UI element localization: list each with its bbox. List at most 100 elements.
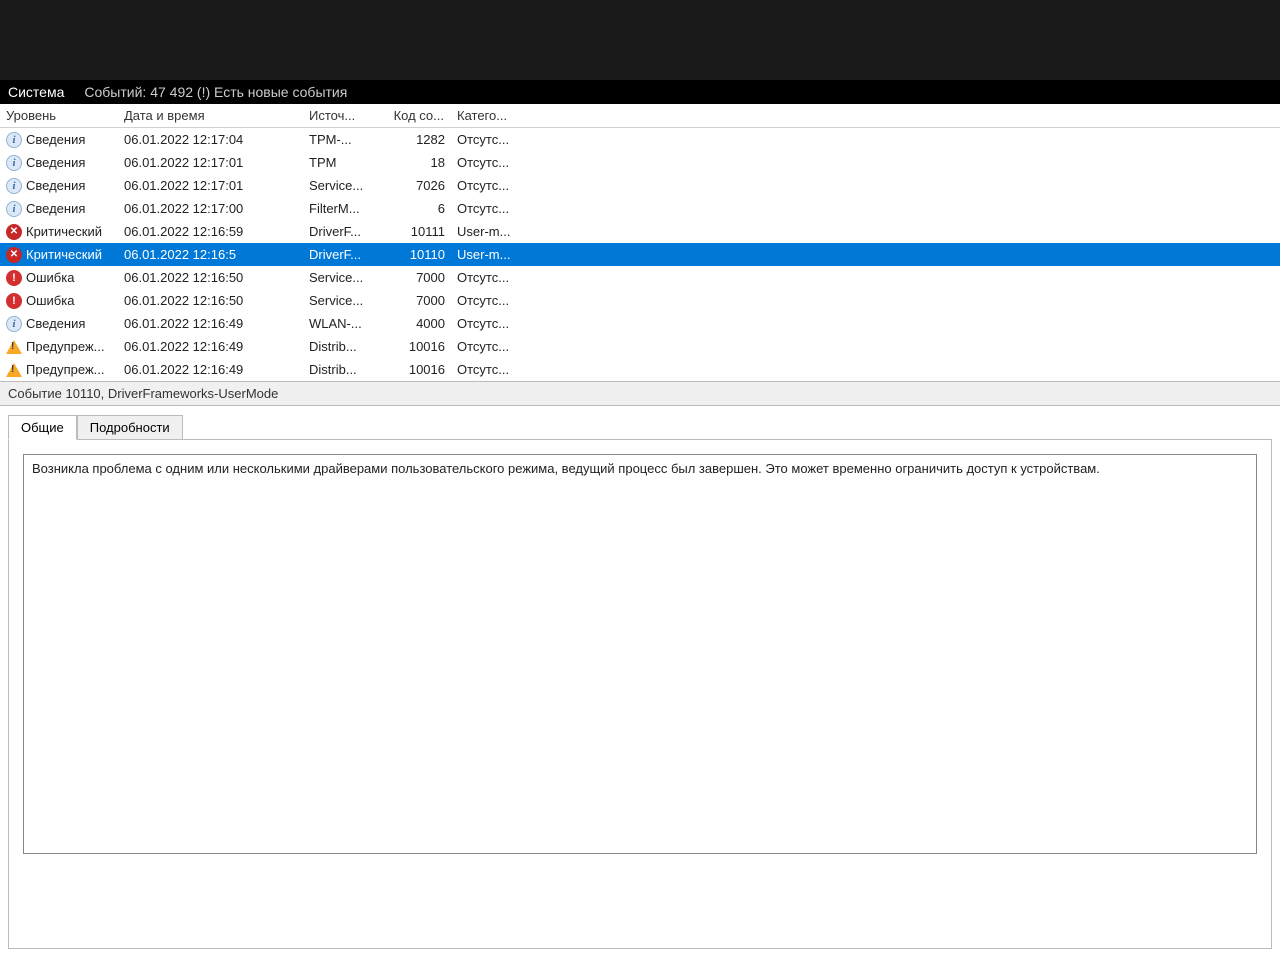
table-row[interactable]: Сведения 06.01.2022 12:16:49WLAN-...4000О… (0, 312, 1280, 335)
level-text: Сведения (26, 155, 85, 170)
table-row[interactable]: Критический 06.01.2022 12:16:59DriverF...… (0, 220, 1280, 243)
cell-category: Отсутс... (451, 268, 541, 287)
cell-category: Отсутс... (451, 360, 541, 379)
info-icon (6, 316, 22, 332)
event-grid: Уровень Дата и время Источ... Код со... … (0, 104, 1280, 381)
cell-level: Сведения (0, 153, 118, 173)
cell-date: 06.01.2022 12:16:50 (118, 268, 303, 287)
level-text: Сведения (26, 132, 85, 147)
info-icon (6, 132, 22, 148)
level-text: Сведения (26, 316, 85, 331)
cell-date: 06.01.2022 12:16:49 (118, 337, 303, 356)
cell-source: Distrib... (303, 360, 383, 379)
cell-code: 1282 (383, 130, 451, 149)
cell-level: Сведения (0, 314, 118, 334)
cell-source: TPM-... (303, 130, 383, 149)
cell-date: 06.01.2022 12:16:49 (118, 314, 303, 333)
cell-category: User-m... (451, 245, 541, 264)
critical-icon (6, 224, 22, 240)
cell-source: DriverF... (303, 245, 383, 264)
detail-message-box: Возникла проблема с одним или нескольким… (23, 454, 1257, 854)
info-icon (6, 201, 22, 217)
detail-tabs: Общие Подробности (0, 406, 1280, 439)
table-row[interactable]: Ошибка 06.01.2022 12:16:50Service...7000О… (0, 289, 1280, 312)
critical-icon (6, 247, 22, 263)
cell-category: Отсутс... (451, 337, 541, 356)
cell-level: Сведения (0, 130, 118, 150)
cell-date: 06.01.2022 12:16:49 (118, 360, 303, 379)
cell-source: Service... (303, 291, 383, 310)
level-text: Критический (26, 247, 102, 262)
col-header-level[interactable]: Уровень (0, 104, 118, 127)
cell-category: Отсутс... (451, 176, 541, 195)
cell-category: Отсутс... (451, 291, 541, 310)
cell-level: Критический (0, 245, 118, 265)
cell-source: Service... (303, 268, 383, 287)
cell-code: 10016 (383, 360, 451, 379)
cell-code: 4000 (383, 314, 451, 333)
error-icon (6, 270, 22, 286)
warning-icon (6, 363, 22, 377)
table-row[interactable]: Предупреж... 06.01.2022 12:16:49Distrib..… (0, 335, 1280, 358)
cell-code: 7000 (383, 291, 451, 310)
level-text: Критический (26, 224, 102, 239)
cell-source: WLAN-... (303, 314, 383, 333)
col-header-date[interactable]: Дата и время (118, 104, 303, 127)
cell-level: Сведения (0, 176, 118, 196)
tab-details[interactable]: Подробности (77, 415, 183, 440)
detail-pane-header: Событие 10110, DriverFrameworks-UserMode (0, 381, 1280, 406)
grid-body: Сведения06.01.2022 12:17:04TPM-...1282От… (0, 128, 1280, 381)
cell-source: Distrib... (303, 337, 383, 356)
cell-category: Отсутс... (451, 199, 541, 218)
cell-date: 06.01.2022 12:17:01 (118, 176, 303, 195)
cell-level: Ошибка (0, 268, 118, 288)
cell-date: 06.01.2022 12:16:50 (118, 291, 303, 310)
table-row[interactable]: Сведения06.01.2022 12:17:04TPM-...1282От… (0, 128, 1280, 151)
cell-date: 06.01.2022 12:17:01 (118, 153, 303, 172)
grid-header-row: Уровень Дата и время Источ... Код со... … (0, 104, 1280, 128)
table-row[interactable]: Сведения06.01.2022 12:17:00FilterM...6От… (0, 197, 1280, 220)
titlebar-log-name: Система (8, 84, 64, 100)
cell-date: 06.01.2022 12:16:5 (118, 245, 303, 264)
cell-code: 10110 (383, 245, 451, 264)
table-row[interactable]: Предупреж... 06.01.2022 12:16:49Distrib..… (0, 358, 1280, 381)
cell-level: Критический (0, 222, 118, 242)
cell-category: Отсутс... (451, 314, 541, 333)
table-row[interactable]: Сведения 06.01.2022 12:17:01Service...702… (0, 174, 1280, 197)
level-text: Ошибка (26, 270, 74, 285)
table-row[interactable]: Критический 06.01.2022 12:16:5DriverF...1… (0, 243, 1280, 266)
col-header-code[interactable]: Код со... (383, 104, 451, 127)
cell-level: Ошибка (0, 291, 118, 311)
warning-icon (6, 340, 22, 354)
cell-category: Отсутс... (451, 153, 541, 172)
cell-code: 10016 (383, 337, 451, 356)
cell-level: Предупреж... (0, 337, 118, 356)
col-header-category[interactable]: Катего... (451, 104, 541, 127)
cell-code: 7026 (383, 176, 451, 195)
detail-message-text: Возникла проблема с одним или нескольким… (32, 461, 1100, 476)
cell-source: DriverF... (303, 222, 383, 241)
cell-level: Сведения (0, 199, 118, 219)
cell-category: User-m... (451, 222, 541, 241)
cell-date: 06.01.2022 12:16:59 (118, 222, 303, 241)
cell-date: 06.01.2022 12:17:04 (118, 130, 303, 149)
level-text: Предупреж... (26, 362, 105, 377)
cell-source: TPM (303, 153, 383, 172)
info-icon (6, 178, 22, 194)
level-text: Ошибка (26, 293, 74, 308)
cell-code: 10111 (383, 222, 451, 241)
col-header-source[interactable]: Источ... (303, 104, 383, 127)
level-text: Предупреж... (26, 339, 105, 354)
titlebar: Система Событий: 47 492 (!) Есть новые с… (0, 80, 1280, 104)
cell-code: 6 (383, 199, 451, 218)
cell-code: 7000 (383, 268, 451, 287)
titlebar-event-count: Событий: 47 492 (!) Есть новые события (84, 84, 347, 100)
cell-source: FilterM... (303, 199, 383, 218)
level-text: Сведения (26, 201, 85, 216)
cell-level: Предупреж... (0, 360, 118, 379)
table-row[interactable]: Ошибка 06.01.2022 12:16:50Service...7000О… (0, 266, 1280, 289)
level-text: Сведения (26, 178, 85, 193)
table-row[interactable]: Сведения06.01.2022 12:17:01TPM18Отсутс..… (0, 151, 1280, 174)
cell-source: Service... (303, 176, 383, 195)
tab-general[interactable]: Общие (8, 415, 77, 440)
